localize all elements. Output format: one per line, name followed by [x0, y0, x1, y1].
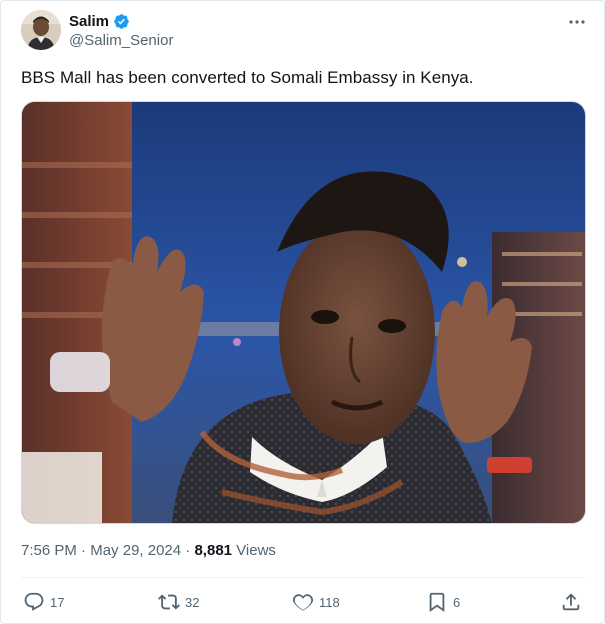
verified-badge-icon[interactable] [113, 13, 130, 30]
repost-button[interactable]: 32 [158, 590, 199, 614]
tweet-text: BBS Mall has been converted to Somali Em… [21, 68, 474, 87]
display-name-row: Salim [69, 11, 173, 31]
meta-separator: · [81, 542, 87, 559]
reply-button[interactable]: 17 [23, 590, 64, 614]
like-button[interactable]: 118 [292, 590, 340, 614]
author-names: Salim @Salim_Senior [69, 11, 173, 50]
tweet-meta: 7:56 PM · May 29, 2024 · 8,881 Views [21, 542, 276, 559]
avatar[interactable] [21, 10, 61, 50]
avatar-image [21, 10, 61, 50]
author-handle[interactable]: @Salim_Senior [69, 32, 173, 49]
display-name[interactable]: Salim [69, 13, 109, 30]
meta-separator: · [185, 542, 191, 559]
tweet-media-image[interactable] [21, 101, 586, 524]
like-count: 118 [319, 594, 340, 610]
views-label: Views [236, 542, 276, 559]
divider [21, 577, 586, 578]
action-bar: 17 32 118 6 [21, 586, 586, 618]
bookmark-button[interactable]: 6 [426, 590, 460, 614]
tweet-card: Salim @Salim_Senior BBS Mall has been co… [0, 0, 605, 624]
repost-count: 32 [185, 594, 200, 610]
tweet-date[interactable]: May 29, 2024 [90, 542, 181, 559]
views-count: 8,881 [194, 542, 233, 559]
more-horizontal-icon[interactable] [567, 15, 587, 29]
media-photo [22, 102, 585, 523]
share-button[interactable] [560, 590, 582, 614]
share-icon [562, 593, 580, 611]
tweet-header: Salim @Salim_Senior [21, 9, 591, 53]
reply-icon [24, 592, 44, 611]
heart-icon [292, 594, 314, 611]
bookmark-icon [429, 592, 445, 613]
repost-icon [158, 594, 180, 610]
tweet-time[interactable]: 7:56 PM [21, 542, 77, 559]
reply-count: 17 [50, 594, 65, 610]
bookmark-count: 6 [453, 594, 461, 610]
